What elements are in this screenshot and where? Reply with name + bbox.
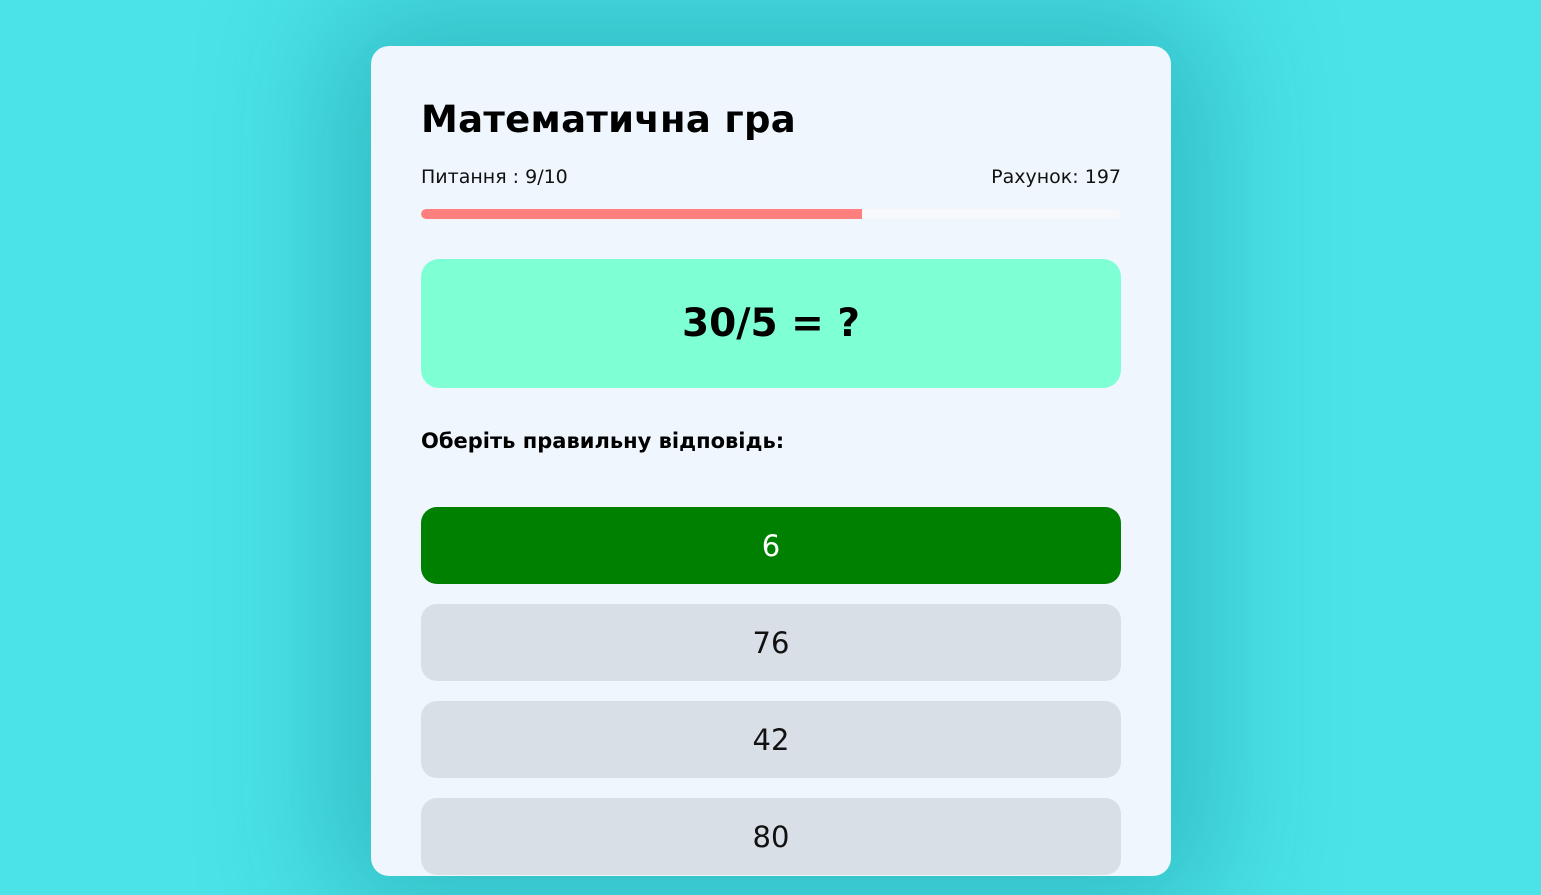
page-title: Математична гра	[421, 98, 797, 141]
progress-bar	[421, 209, 1121, 219]
question-text: 30/5 = ?	[681, 301, 861, 346]
progress-bar-fill	[421, 209, 862, 219]
answer-option-4[interactable]: 80	[421, 798, 1121, 875]
game-card: Математична гра Питання : 9/10 Рахунок: …	[371, 46, 1171, 876]
answer-option-3[interactable]: 42	[421, 701, 1121, 778]
answer-prompt: Оберіть правильну відповідь:	[421, 429, 785, 453]
answer-option-label: 76	[752, 625, 790, 660]
answer-list: 6 76 42 80	[421, 507, 1121, 895]
status-row: Питання : 9/10 Рахунок: 197	[421, 166, 1121, 188]
question-box: 30/5 = ?	[421, 259, 1121, 388]
score-label: Рахунок: 197	[991, 166, 1121, 188]
question-counter: Питання : 9/10	[421, 166, 568, 188]
answer-option-2[interactable]: 76	[421, 604, 1121, 681]
answer-option-label: 80	[752, 819, 790, 854]
answer-option-label: 6	[761, 528, 781, 563]
answer-option-label: 42	[752, 722, 790, 757]
answer-option-1[interactable]: 6	[421, 507, 1121, 584]
